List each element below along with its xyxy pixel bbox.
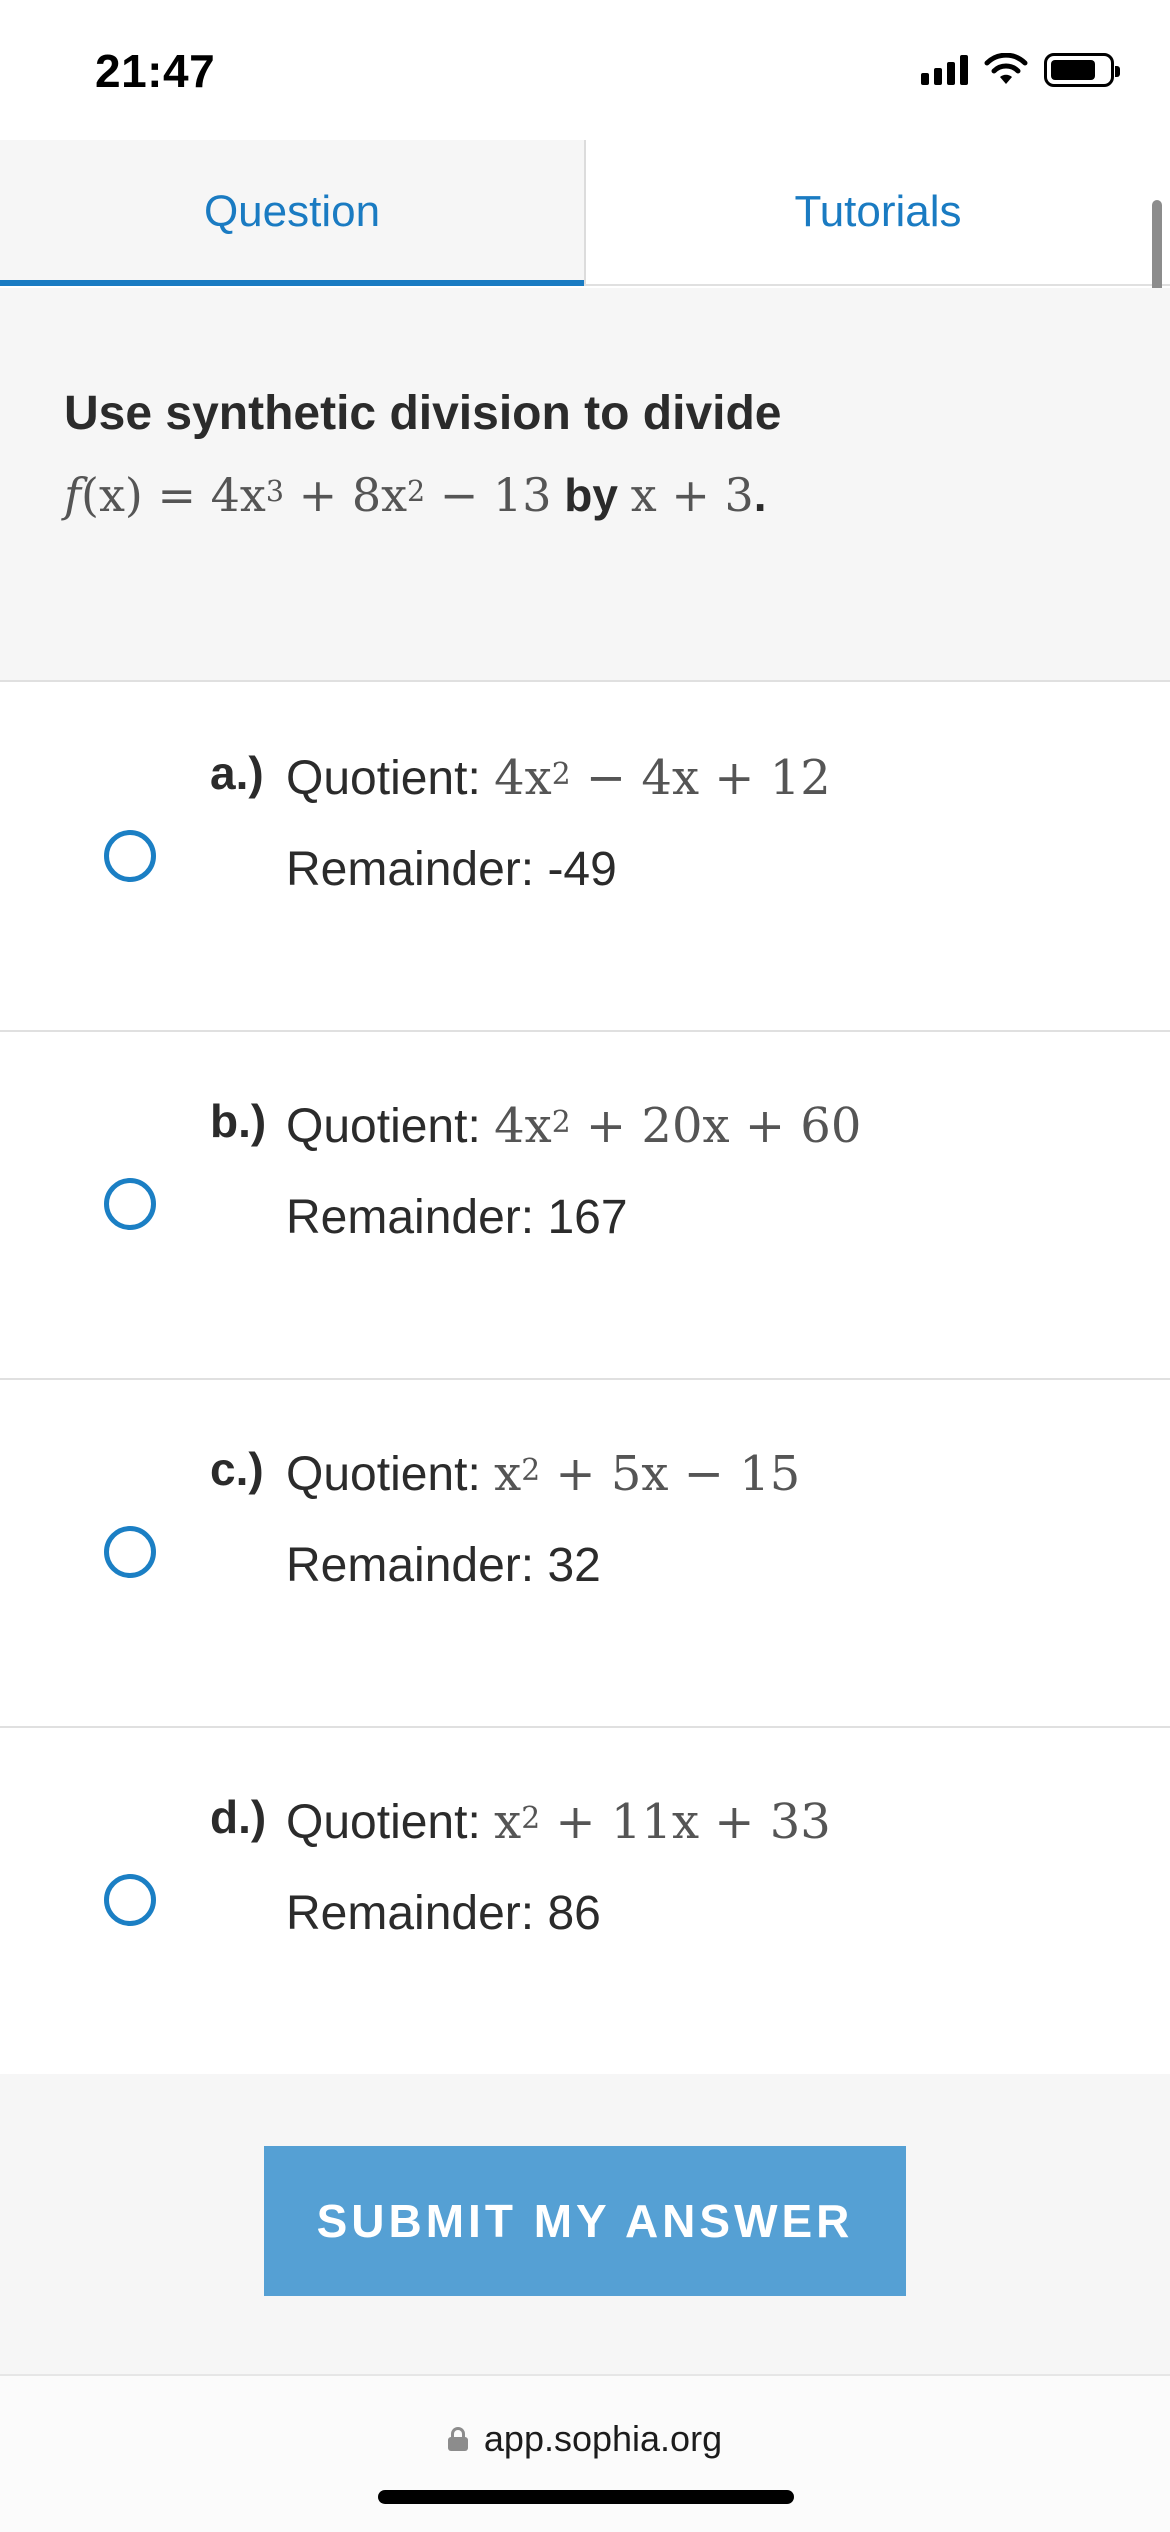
question-by: by xyxy=(551,469,631,521)
tab-question[interactable]: Question xyxy=(0,140,586,286)
answer-option-b[interactable]: b.) Quotient: 4x2 + 20x + 60 Remainder: … xyxy=(0,1032,1170,1380)
signal-icon xyxy=(921,55,968,85)
answer-option-c[interactable]: c.) Quotient: x2 + 5x − 15 Remainder: 32 xyxy=(0,1380,1170,1728)
status-icons xyxy=(921,50,1120,90)
wifi-icon xyxy=(984,53,1028,84)
url-text: app.sophia.org xyxy=(483,2418,723,2459)
radio-button-a[interactable] xyxy=(104,830,156,882)
question-function: f(x) = 4x3 + 8x2 − 13 xyxy=(64,468,552,522)
option-remainder: Remainder: -49 xyxy=(286,843,617,896)
option-quotient: Quotient: 4x2 − 4x + 12 xyxy=(286,750,831,806)
option-letter: b.) xyxy=(210,1095,267,1147)
radio-button-c[interactable] xyxy=(104,1526,156,1578)
submit-panel: SUBMIT MY ANSWER xyxy=(0,2074,1170,2376)
submit-answer-button[interactable]: SUBMIT MY ANSWER xyxy=(264,2146,906,2296)
question-prompt: Use synthetic division to divide xyxy=(64,387,782,440)
radio-button-b[interactable] xyxy=(104,1178,156,1230)
option-remainder: Remainder: 86 xyxy=(286,1887,601,1940)
option-quotient: Quotient: x2 + 11x + 33 xyxy=(286,1794,831,1850)
question-expression: f(x) = 4x3 + 8x2 − 13 by x + 3. xyxy=(64,468,767,522)
answer-option-a[interactable]: a.) Quotient: 4x2 − 4x + 12 Remainder: -… xyxy=(0,684,1170,1032)
option-remainder: Remainder: 167 xyxy=(286,1191,628,1244)
question-divisor: x + 3 xyxy=(630,468,754,522)
lock-icon xyxy=(447,2427,468,2451)
option-letter: a.) xyxy=(210,747,264,799)
browser-url-bar[interactable]: app.sophia.org xyxy=(0,2376,1170,2532)
status-bar: 21:47 xyxy=(0,0,1170,140)
status-time: 21:47 xyxy=(95,45,216,97)
url-display[interactable]: app.sophia.org xyxy=(0,2418,1170,2460)
option-letter: d.) xyxy=(210,1791,267,1843)
home-indicator[interactable] xyxy=(378,2490,794,2504)
option-quotient: Quotient: x2 + 5x − 15 xyxy=(286,1446,801,1502)
option-quotient: Quotient: 4x2 + 20x + 60 xyxy=(286,1098,862,1154)
battery-icon xyxy=(1044,53,1120,87)
option-remainder: Remainder: 32 xyxy=(286,1539,601,1592)
tab-tutorials[interactable]: Tutorials xyxy=(586,140,1170,284)
option-letter: c.) xyxy=(210,1443,264,1495)
radio-button-d[interactable] xyxy=(104,1874,156,1926)
answer-option-d[interactable]: d.) Quotient: x2 + 11x + 33 Remainder: 8… xyxy=(0,1728,1170,2076)
tab-bar: Question Tutorials xyxy=(0,140,1170,286)
question-panel: Use synthetic division to divide f(x) = … xyxy=(0,288,1170,682)
